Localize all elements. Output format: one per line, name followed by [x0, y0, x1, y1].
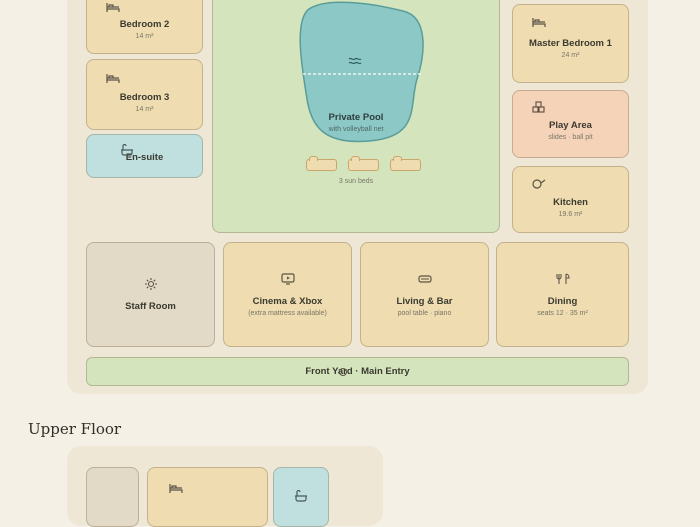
- room-kitchen[interactable]: Kitchen 19.6 m²: [512, 166, 629, 233]
- upper-floor-title: Upper Floor: [28, 420, 122, 438]
- sun-bed: [390, 156, 421, 171]
- room-area: 24 m²: [561, 52, 580, 59]
- room-note: pool table · piano: [397, 309, 452, 317]
- room-name: Play Area: [549, 119, 592, 131]
- room-en-suite[interactable]: En-suite: [86, 134, 203, 178]
- bathtub-icon: [294, 490, 308, 502]
- room-upper-bedroom[interactable]: [147, 467, 268, 527]
- room-note: (extra mattress available): [248, 309, 327, 317]
- room-staff-room[interactable]: Staff Room: [86, 242, 215, 347]
- room-area: 14 m²: [135, 32, 154, 40]
- room-name: Master Bedroom 1: [529, 38, 612, 49]
- room-name: Dining: [547, 295, 578, 307]
- room-name: Cinema & Xbox: [252, 295, 323, 307]
- pool-note: with volleyball net: [328, 126, 384, 133]
- sunbeds-caption: 3 sun beds: [338, 178, 374, 185]
- sun-bed: [306, 156, 337, 171]
- bed-icon: [106, 72, 120, 84]
- room-area: 14 m²: [135, 106, 154, 113]
- ground-floor-plan: Bedroom 2 14 m² Bedroom 3 14 m² En-suite…: [67, 0, 648, 394]
- pool-shape: [299, 1, 424, 143]
- pool-name: Private Pool: [328, 112, 384, 123]
- waves-icon: [348, 55, 362, 67]
- room-name: Staff Room: [125, 300, 176, 312]
- room-bedroom-3[interactable]: Bedroom 3 14 m²: [86, 59, 203, 130]
- entry-name: Front Yard · Main Entry: [305, 366, 410, 377]
- upper-floor-plan: [67, 446, 383, 527]
- tv-icon: [280, 272, 295, 285]
- room-name: Kitchen: [553, 197, 588, 208]
- bed-icon: [106, 1, 120, 13]
- bathtub-icon: [120, 144, 134, 156]
- room-master-bedroom[interactable]: Master Bedroom 1 24 m²: [512, 4, 629, 83]
- bed-icon: [169, 482, 183, 494]
- room-cinema[interactable]: Cinema & Xbox (extra mattress available): [223, 242, 352, 347]
- room-upper-staff[interactable]: [86, 467, 139, 527]
- room-name: Bedroom 2: [119, 18, 170, 30]
- room-note: slides · ball pit: [548, 133, 593, 141]
- room-living-bar[interactable]: Living & Bar pool table · piano: [360, 242, 489, 347]
- room-bedroom-2[interactable]: Bedroom 2 14 m²: [86, 0, 203, 54]
- room-name: Living & Bar: [396, 295, 453, 307]
- sofa-icon: [417, 273, 432, 285]
- cutlery-icon: [555, 272, 570, 285]
- door-icon: [338, 364, 348, 376]
- sun-bed: [348, 156, 379, 171]
- room-play-area[interactable]: Play Area slides · ball pit: [512, 90, 629, 158]
- sun-icon: [144, 277, 158, 290]
- room-note: seats 12 · 35 m²: [537, 309, 588, 317]
- pan-icon: [532, 178, 546, 190]
- room-upper-bath[interactable]: [273, 467, 329, 527]
- pool-area[interactable]: Private Pool with volleyball net 3 sun b…: [212, 0, 500, 233]
- front-yard-entry[interactable]: Front Yard · Main Entry: [86, 357, 629, 386]
- room-name: Bedroom 3: [119, 92, 170, 103]
- room-area: 19.6 m²: [558, 211, 583, 218]
- bed-icon: [532, 16, 546, 28]
- room-dining[interactable]: Dining seats 12 · 35 m²: [496, 242, 629, 347]
- blocks-icon: [532, 101, 546, 113]
